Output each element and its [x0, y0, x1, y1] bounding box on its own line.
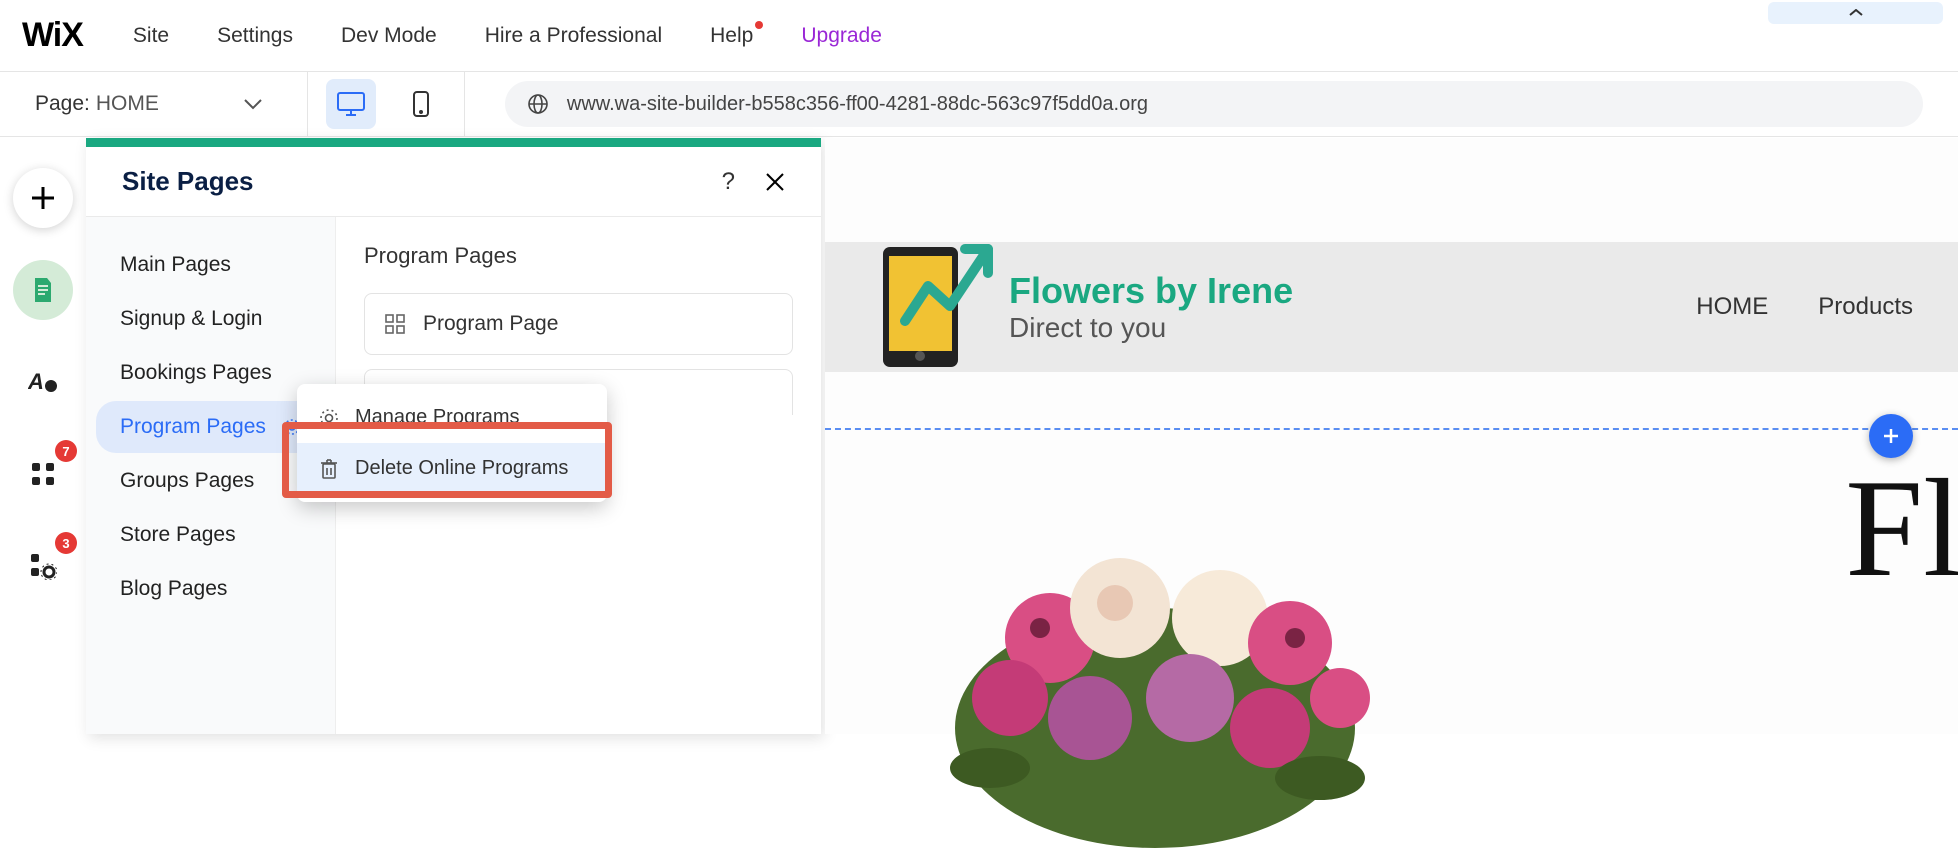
section-divider [825, 428, 1958, 430]
sidebar-item-main-pages[interactable]: Main Pages [96, 239, 325, 291]
menu-upgrade[interactable]: Upgrade [801, 24, 882, 48]
panel-header: Site Pages ? [86, 147, 821, 217]
help-icon[interactable]: ? [722, 168, 735, 196]
sidebar-item-groups-pages[interactable]: Groups Pages [96, 455, 325, 507]
apps-button[interactable]: 7 [13, 444, 73, 504]
sidebar-item-program-pages[interactable]: Program Pages [96, 401, 325, 453]
page-name: HOME [96, 92, 159, 116]
add-element-button[interactable] [13, 168, 73, 228]
sidebar-item-signup-login[interactable]: Signup & Login [96, 293, 325, 345]
nav-products[interactable]: Products [1818, 293, 1913, 321]
url-bar[interactable]: www.wa-site-builder-b558c356-ff00-4281-8… [505, 81, 1923, 127]
page-item-program-page[interactable]: Program Page [364, 293, 793, 355]
grid-icon [385, 314, 405, 334]
sidebar-item-bookings-pages[interactable]: Bookings Pages [96, 347, 325, 399]
sidebar-item-blog-pages[interactable]: Blog Pages [96, 563, 325, 615]
menu-devmode[interactable]: Dev Mode [341, 24, 437, 48]
device-switcher [307, 72, 465, 136]
section-title: Program Pages [364, 243, 793, 269]
sidebar-item-label: Program Pages [120, 415, 266, 439]
ctx-item-label: Delete Online Programs [355, 457, 568, 480]
page-label: Page: [35, 92, 90, 116]
page-item-label: Program Page [423, 312, 558, 336]
url-text: www.wa-site-builder-b558c356-ff00-4281-8… [567, 93, 1148, 116]
site-nav: HOME Products [1696, 293, 1958, 321]
ctx-manage-programs[interactable]: Manage Programs [297, 392, 607, 443]
chevron-down-icon [244, 99, 262, 110]
page-selector[interactable]: Page: HOME [35, 92, 262, 116]
nav-home[interactable]: HOME [1696, 293, 1768, 321]
desktop-view-button[interactable] [326, 79, 376, 129]
context-menu: Manage Programs Delete Online Programs [297, 384, 607, 502]
flowers-image [940, 468, 1370, 848]
menu-settings[interactable]: Settings [217, 24, 293, 48]
mobile-view-button[interactable] [396, 79, 446, 129]
main-menu: Site Settings Dev Mode Hire a Profession… [133, 24, 882, 48]
close-icon[interactable] [765, 172, 785, 192]
pages-button[interactable] [13, 260, 73, 320]
gear-icon [319, 408, 339, 428]
apps-badge: 7 [55, 440, 77, 462]
design-button[interactable]: A [13, 352, 73, 412]
editor-toolbar: Page: HOME www.wa-site-builder-b558c356-… [0, 72, 1958, 137]
wix-logo[interactable]: WiX [22, 16, 83, 55]
top-menu-bar: WiX Site Settings Dev Mode Hire a Profes… [0, 0, 1958, 72]
site-logo [855, 247, 985, 367]
panel-stripe [86, 138, 821, 147]
svg-text:A: A [28, 369, 44, 394]
notification-dot-icon [755, 21, 763, 29]
menu-help[interactable]: Help [710, 24, 753, 48]
site-canvas: Flowers by Irene Direct to you HOME Prod… [825, 138, 1958, 734]
panel-title: Site Pages [122, 166, 254, 197]
collapse-indicator[interactable] [1768, 2, 1943, 24]
arrow-up-icon [900, 241, 995, 336]
menu-hire[interactable]: Hire a Professional [485, 24, 662, 48]
site-title: Flowers by Irene [1009, 270, 1293, 312]
left-rail: A 7 3 [0, 138, 86, 596]
hero-text-partial: Fl [1845, 448, 1958, 609]
app-settings-badge: 3 [55, 532, 77, 554]
app-settings-button[interactable]: 3 [13, 536, 73, 596]
site-subtitle: Direct to you [1009, 312, 1293, 344]
site-header: Flowers by Irene Direct to you HOME Prod… [825, 242, 1958, 372]
ctx-delete-online-programs[interactable]: Delete Online Programs [297, 443, 607, 494]
menu-site[interactable]: Site [133, 24, 169, 48]
trash-icon [319, 458, 339, 480]
sidebar-item-store-pages[interactable]: Store Pages [96, 509, 325, 561]
ctx-item-label: Manage Programs [355, 406, 520, 429]
globe-icon [527, 93, 549, 115]
